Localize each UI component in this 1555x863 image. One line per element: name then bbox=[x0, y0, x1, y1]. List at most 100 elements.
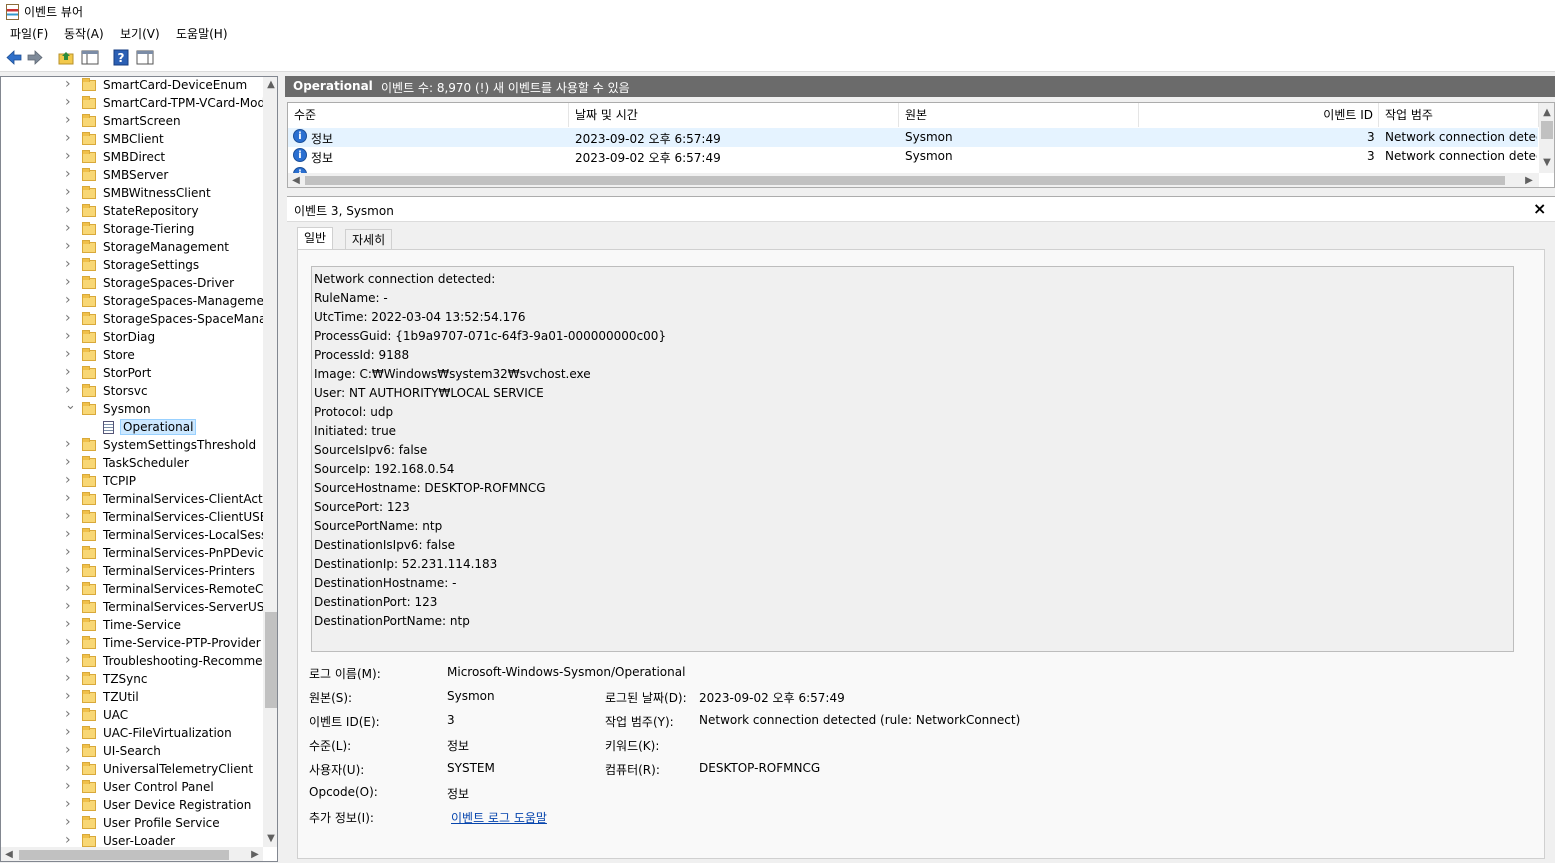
event-count-status[interactable]: 이벤트 수: 8,970 (!) 새 이벤트를 사용할 수 있음 bbox=[381, 79, 630, 96]
tree-item-folder[interactable]: › SystemSettingsThreshold bbox=[1, 437, 263, 455]
chevron-right-icon[interactable]: › bbox=[65, 743, 75, 757]
tree-item-log[interactable]: Operational bbox=[1, 419, 263, 437]
tree-item-folder[interactable]: › TerminalServices-PnPDevices bbox=[1, 545, 277, 563]
tree-item-folder[interactable]: › UI-Search bbox=[1, 743, 263, 761]
chevron-right-icon[interactable]: › bbox=[65, 239, 75, 253]
tree-item-folder[interactable]: › TerminalServices-RemoteConn bbox=[1, 581, 277, 599]
tree-item-folder[interactable]: › Troubleshooting-Recommend bbox=[1, 653, 277, 671]
help-icon[interactable]: ? bbox=[112, 49, 130, 66]
column-header-event-id[interactable]: 이벤트 ID bbox=[1139, 103, 1379, 127]
chevron-right-icon[interactable]: › bbox=[65, 509, 75, 523]
scroll-up-arrow-icon[interactable]: ▲ bbox=[263, 77, 277, 93]
chevron-right-icon[interactable]: › bbox=[65, 311, 75, 325]
chevron-right-icon[interactable]: › bbox=[65, 131, 75, 145]
event-list-vertical-scrollbar[interactable]: ▲ ▼ bbox=[1539, 103, 1554, 173]
scroll-down-arrow-icon[interactable]: ▼ bbox=[1539, 155, 1554, 171]
scroll-right-arrow-icon[interactable]: ▶ bbox=[1521, 173, 1537, 187]
tree-item-folder[interactable]: › TerminalServices-ClientActiveX bbox=[1, 491, 277, 509]
column-header-datetime[interactable]: 날짜 및 시간 bbox=[569, 103, 899, 127]
chevron-right-icon[interactable]: › bbox=[65, 581, 75, 595]
chevron-right-icon[interactable]: › bbox=[65, 167, 75, 181]
tree-item-folder[interactable]: › User Control Panel bbox=[1, 779, 263, 797]
menu-help[interactable]: 도움말(H) bbox=[176, 25, 228, 42]
log-navigation-tree[interactable]: › SmartCard-DeviceEnum › SmartCard-TPM-VCar… bbox=[0, 76, 278, 862]
scroll-down-arrow-icon[interactable]: ▼ bbox=[263, 831, 277, 847]
chevron-right-icon[interactable]: › bbox=[65, 473, 75, 487]
tree-horizontal-scrollbar[interactable]: ◀ ▶ bbox=[1, 847, 263, 861]
tree-item-folder[interactable]: › SMBClient bbox=[1, 131, 263, 149]
tab-details[interactable]: 자세히 bbox=[345, 229, 393, 250]
event-log-help-link[interactable]: 이벤트 로그 도움말 bbox=[451, 809, 547, 826]
tree-scroll-thumb[interactable] bbox=[265, 612, 277, 708]
tree-item-folder[interactable]: › StorageManagement bbox=[1, 239, 263, 257]
tree-item-folder[interactable]: › SmartCard-DeviceEnum bbox=[1, 77, 263, 95]
tree-item-folder[interactable]: › TerminalServices-ServerUSBDe bbox=[1, 599, 277, 617]
tree-item-folder[interactable]: › TerminalServices-LocalSession bbox=[1, 527, 277, 545]
tree-item-folder[interactable]: › SmartScreen bbox=[1, 113, 263, 131]
chevron-right-icon[interactable]: › bbox=[65, 221, 75, 235]
tree-item-folder[interactable]: › SmartCard-TPM-VCard-Modu bbox=[1, 95, 273, 113]
tree-item-folder[interactable]: ⌄ Sysmon bbox=[1, 399, 263, 419]
tree-item-folder[interactable]: › StorageSpaces-ManagementA bbox=[1, 293, 277, 311]
menu-file[interactable]: 파일(F) bbox=[10, 25, 48, 42]
chevron-right-icon[interactable]: › bbox=[65, 95, 75, 109]
tree-item-folder[interactable]: › Storsvc bbox=[1, 383, 263, 401]
chevron-down-icon[interactable]: ⌄ bbox=[65, 399, 76, 412]
chevron-right-icon[interactable]: › bbox=[65, 113, 75, 127]
tree-item-folder[interactable]: › UniversalTelemetryClient bbox=[1, 761, 263, 779]
column-header-source[interactable]: 원본 bbox=[899, 103, 1139, 127]
column-header-level[interactable]: 수준 bbox=[288, 103, 569, 127]
chevron-right-icon[interactable]: › bbox=[65, 185, 75, 199]
close-icon[interactable]: × bbox=[1533, 199, 1546, 218]
tree-item-folder[interactable]: › Storage-Tiering bbox=[1, 221, 263, 239]
scroll-left-arrow-icon[interactable]: ◀ bbox=[1, 847, 17, 861]
chevron-right-icon[interactable]: › bbox=[65, 257, 75, 271]
chevron-right-icon[interactable]: › bbox=[65, 329, 75, 343]
tree-item-folder[interactable]: › Store bbox=[1, 347, 263, 365]
tree-item-folder[interactable]: › TerminalServices-ClientUSBDe bbox=[1, 509, 277, 527]
tree-item-folder[interactable]: › StorDiag bbox=[1, 329, 263, 347]
tree-item-folder[interactable]: › StorPort bbox=[1, 365, 263, 383]
chevron-right-icon[interactable]: › bbox=[65, 671, 75, 685]
scroll-left-arrow-icon[interactable]: ◀ bbox=[288, 173, 304, 187]
event-message-box[interactable]: Network connection detected: RuleName: - U… bbox=[311, 266, 1514, 652]
chevron-right-icon[interactable]: › bbox=[65, 779, 75, 793]
tree-item-folder[interactable]: › SMBDirect bbox=[1, 149, 263, 167]
tree-item-folder[interactable]: › TaskScheduler bbox=[1, 455, 263, 473]
tree-item-folder[interactable]: › UAC-FileVirtualization bbox=[1, 725, 263, 743]
chevron-right-icon[interactable]: › bbox=[65, 653, 75, 667]
tree-item-folder[interactable]: › Time-Service bbox=[1, 617, 263, 635]
tree-item-folder[interactable]: › Time-Service-PTP-Provider bbox=[1, 635, 263, 653]
tree-item-folder[interactable]: › TCPIP bbox=[1, 473, 263, 491]
chevron-right-icon[interactable]: › bbox=[65, 437, 75, 451]
tree-item-folder[interactable]: › TerminalServices-Printers bbox=[1, 563, 263, 581]
chevron-right-icon[interactable]: › bbox=[65, 815, 75, 829]
tree-item-folder[interactable]: › SMBServer bbox=[1, 167, 263, 185]
chevron-right-icon[interactable]: › bbox=[65, 707, 75, 721]
tree-item-folder[interactable]: › UAC bbox=[1, 707, 263, 725]
chevron-right-icon[interactable]: › bbox=[65, 275, 75, 289]
tree-vertical-scrollbar[interactable]: ▲ ▼ bbox=[263, 77, 277, 847]
chevron-right-icon[interactable]: › bbox=[65, 347, 75, 361]
up-folder-icon[interactable] bbox=[57, 49, 75, 66]
table-row-partial[interactable]: i bbox=[288, 166, 1538, 173]
chevron-right-icon[interactable]: › bbox=[65, 149, 75, 163]
chevron-right-icon[interactable]: › bbox=[65, 599, 75, 613]
chevron-right-icon[interactable]: › bbox=[65, 761, 75, 775]
show-hide-action-pane-icon[interactable] bbox=[136, 49, 154, 66]
column-header-task-category[interactable]: 작업 범주 bbox=[1379, 103, 1539, 127]
event-list[interactable]: 수준 날짜 및 시간 원본 이벤트 ID 작업 범주 i 정보 2023-09-… bbox=[287, 102, 1555, 188]
table-row[interactable]: i 정보 2023-09-02 오후 6:57:49 Sysmon 3 Netw… bbox=[288, 128, 1538, 147]
list-scroll-thumb[interactable] bbox=[1541, 121, 1553, 139]
scroll-right-arrow-icon[interactable]: ▶ bbox=[247, 847, 263, 861]
chevron-right-icon[interactable]: › bbox=[65, 77, 75, 91]
menu-action[interactable]: 동작(A) bbox=[64, 25, 104, 42]
event-list-horizontal-scrollbar[interactable]: ◀ ▶ bbox=[288, 173, 1539, 187]
menu-view[interactable]: 보기(V) bbox=[120, 25, 160, 42]
tree-item-folder[interactable]: › SMBWitnessClient bbox=[1, 185, 263, 203]
chevron-right-icon[interactable]: › bbox=[65, 833, 75, 847]
chevron-right-icon[interactable]: › bbox=[65, 563, 75, 577]
list-hscroll-thumb[interactable] bbox=[305, 176, 1505, 185]
chevron-right-icon[interactable]: › bbox=[65, 797, 75, 811]
chevron-right-icon[interactable]: › bbox=[65, 203, 75, 217]
